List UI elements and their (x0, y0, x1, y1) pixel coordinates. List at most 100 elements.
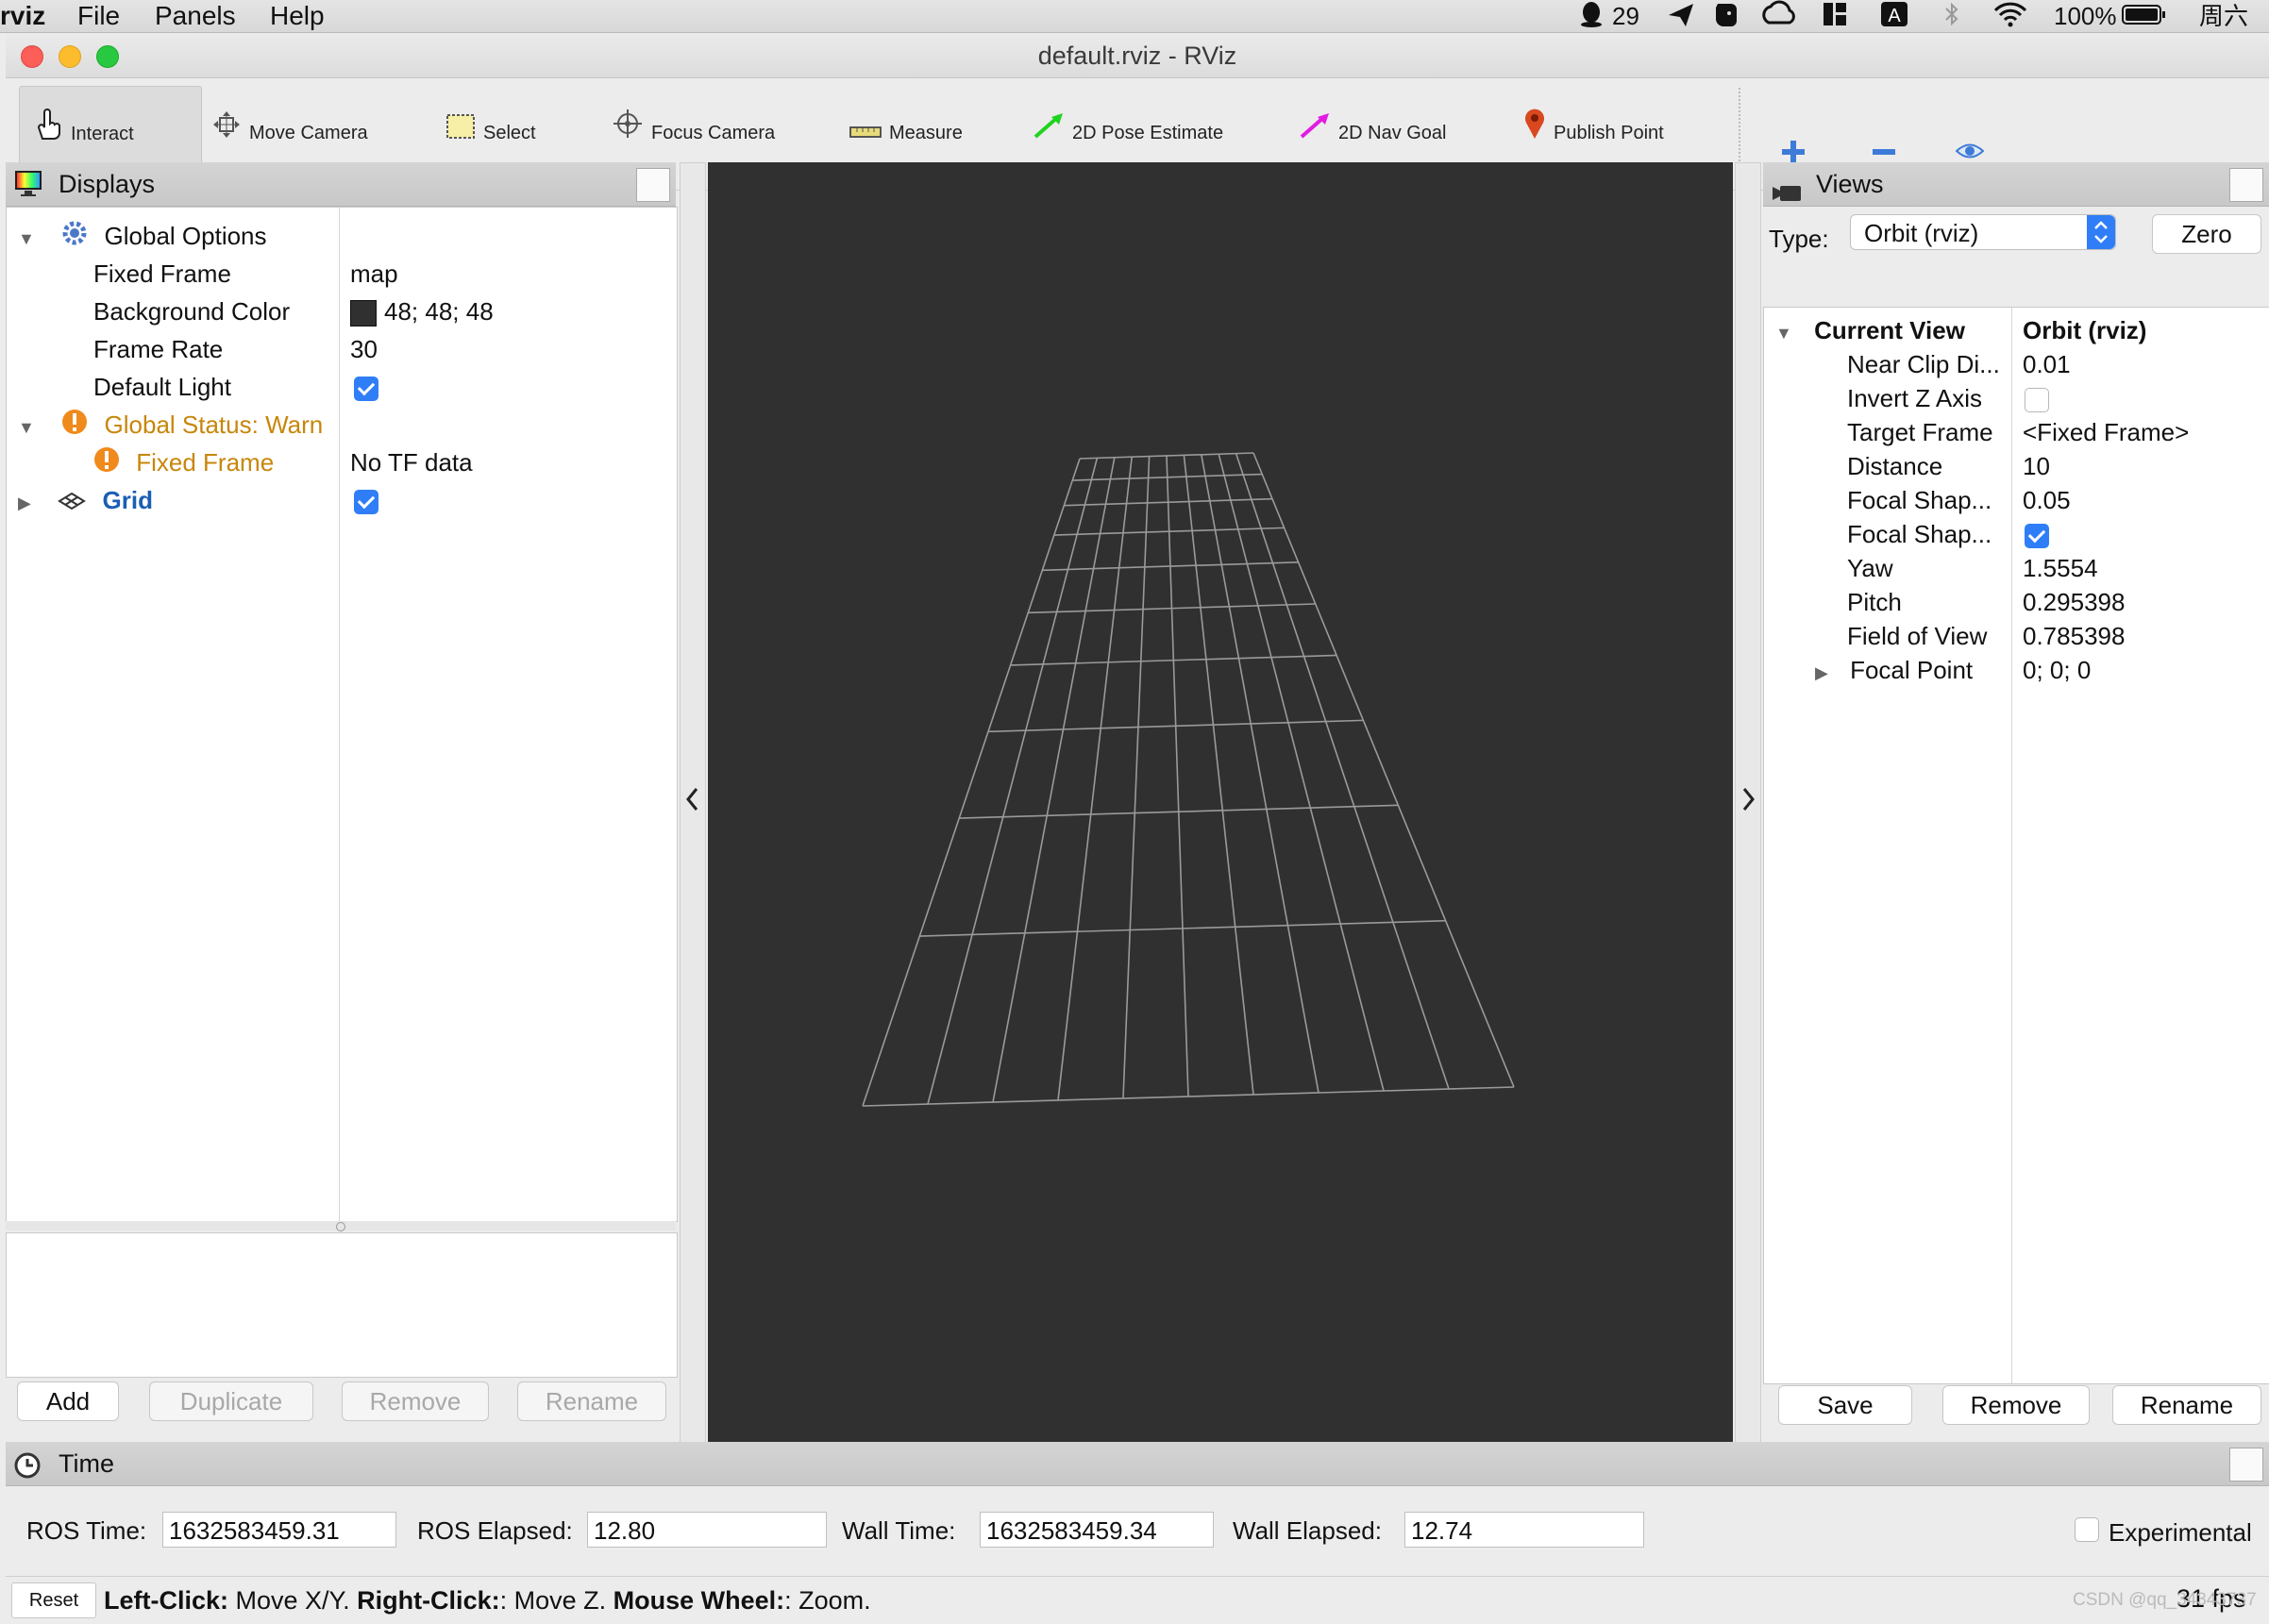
left-dock-collapse[interactable] (680, 162, 706, 1474)
triangle-right-icon[interactable]: ▶ (18, 484, 31, 522)
experimental-checkbox[interactable] (2075, 1517, 2099, 1542)
window-title: default.rviz - RViz (1037, 42, 1237, 70)
background-color-value[interactable]: 48; 48; 48 (350, 293, 494, 330)
chevron-right-icon[interactable] (1740, 786, 1756, 812)
wifi-icon[interactable] (1993, 0, 2027, 32)
field-of-view-name: Field of View (1847, 622, 1988, 650)
grid-render (862, 452, 1515, 1107)
status-bar: Reset Left-Click: Move X/Y. Right-Click:… (6, 1576, 2269, 1624)
pitch-name: Pitch (1847, 588, 1902, 616)
splitter-handle[interactable] (336, 1222, 345, 1231)
triangle-down-icon[interactable]: ▼ (1775, 314, 1792, 352)
evernote-icon[interactable] (1712, 0, 1739, 32)
bluetooth-icon[interactable] (1942, 0, 1961, 32)
app-menu[interactable]: rviz (0, 0, 45, 32)
save-view-button[interactable]: Save (1778, 1385, 1912, 1425)
column-divider (339, 208, 340, 1221)
pitch-value[interactable]: 0.295398 (2023, 583, 2125, 621)
fixed-frame-value[interactable]: map (350, 255, 398, 293)
hint-mouse-wheel: Mouse Wheel: (613, 1586, 785, 1615)
invert-z-checkbox[interactable] (2025, 379, 2049, 417)
grid-line-vertical (1166, 455, 1189, 1097)
checkbox-unchecked[interactable] (2025, 388, 2049, 413)
add-display-button[interactable]: Add (17, 1381, 119, 1421)
displays-splitter[interactable] (6, 1221, 676, 1231)
triangle-down-icon[interactable]: ▼ (18, 409, 35, 446)
remove-display-button[interactable]: Remove (342, 1381, 489, 1421)
right-dock-collapse[interactable] (1735, 162, 1761, 1474)
clock-day[interactable]: 周六 (2199, 0, 2248, 32)
tool-measure-label: Measure (889, 123, 963, 143)
default-light-name: Default Light (93, 373, 231, 401)
tree-row-current-view[interactable]: ▼ Current View (1775, 311, 1965, 349)
send-icon[interactable] (1667, 0, 1695, 32)
yaw-name: Yaw (1847, 554, 1893, 582)
time-header: Time (6, 1442, 2269, 1486)
grid-line-vertical (992, 457, 1116, 1103)
reset-button[interactable]: Reset (11, 1582, 96, 1618)
layout-icon[interactable] (1822, 0, 1848, 32)
wall-time-label: Wall Time: (842, 1516, 956, 1545)
rename-display-button[interactable]: Rename (517, 1381, 666, 1421)
render-viewport[interactable] (708, 162, 1733, 1472)
updown-chevron-icon[interactable] (2087, 215, 2115, 249)
time-undock-button[interactable] (2229, 1448, 2263, 1482)
grid-checkbox[interactable] (354, 481, 378, 519)
tree-row-focal-point[interactable]: ▶ Focal Point (1815, 651, 1973, 689)
creative-cloud-icon[interactable] (1761, 0, 1799, 32)
input-method-icon[interactable]: A (1880, 0, 1908, 32)
checkbox-unchecked[interactable] (2075, 1517, 2099, 1542)
checkbox-checked[interactable] (354, 490, 378, 515)
hint-right-text: : Move Z. (499, 1586, 613, 1615)
tree-row-global-status[interactable]: ▼ Global Status: Warn (18, 406, 323, 444)
remove-view-button[interactable]: Remove (1942, 1385, 2090, 1425)
current-view-label: Current View (1814, 316, 1965, 344)
views-undock-button[interactable] (2229, 168, 2263, 202)
duplicate-display-button[interactable]: Duplicate (149, 1381, 313, 1421)
field-of-view-value[interactable]: 0.785398 (2023, 617, 2125, 655)
view-type-select[interactable]: Orbit (rviz) (1850, 214, 2116, 250)
views-tree[interactable]: ▼ Current View Orbit (rviz) Near Clip Di… (1763, 307, 2269, 1384)
focal-shape-fixed-checkbox[interactable] (2025, 515, 2049, 553)
wall-time-field[interactable]: 1632583459.34 (980, 1512, 1214, 1548)
default-light-checkbox[interactable] (354, 368, 378, 406)
distance-value[interactable]: 10 (2023, 447, 2050, 485)
watermark: CSDN @qq_34343737 (2073, 1590, 2257, 1610)
hint-left-click: Left-Click: (104, 1586, 229, 1615)
triangle-right-icon[interactable]: ▶ (1815, 654, 1828, 692)
battery-icon[interactable] (2122, 0, 2167, 32)
svg-text:A: A (1888, 6, 1901, 26)
focal-point-value[interactable]: 0; 0; 0 (2023, 651, 2091, 689)
ros-elapsed-field[interactable]: 12.80 (587, 1512, 827, 1548)
fixed-frame-name: Fixed Frame (93, 260, 231, 288)
invert-z-name: Invert Z Axis (1847, 384, 1983, 412)
qq-icon[interactable] (1580, 0, 1603, 32)
tree-row-grid[interactable]: ▶ Grid (18, 481, 153, 519)
target-frame-value[interactable]: <Fixed Frame> (2023, 413, 2189, 451)
wall-elapsed-label: Wall Elapsed: (1233, 1516, 1382, 1545)
grid-line-vertical (1122, 456, 1151, 1099)
tree-row-global-options[interactable]: ▼ Global Options (18, 217, 267, 255)
displays-undock-button[interactable] (636, 168, 670, 202)
view-type-value: Orbit (rviz) (1864, 219, 1979, 247)
frame-rate-name: Frame Rate (93, 335, 224, 363)
menu-file[interactable]: File (77, 0, 120, 32)
ros-time-field[interactable]: 1632583459.31 (162, 1512, 396, 1548)
focal-shape-size-value[interactable]: 0.05 (2023, 481, 2071, 519)
chevron-left-icon[interactable] (684, 786, 701, 812)
yaw-value[interactable]: 1.5554 (2023, 549, 2098, 587)
triangle-down-icon[interactable]: ▼ (18, 220, 35, 258)
checkbox-checked[interactable] (354, 377, 378, 402)
menu-panels[interactable]: Panels (155, 0, 236, 32)
tree-row-status-fixed-frame[interactable]: Fixed Frame (93, 444, 274, 481)
frame-rate-value[interactable]: 30 (350, 330, 378, 368)
zero-button[interactable]: Zero (2152, 214, 2261, 254)
system-menu-bar: rviz File Panels Help 29 A 100% 周六 (0, 0, 2269, 33)
rename-view-button[interactable]: Rename (2112, 1385, 2261, 1425)
current-view-value: Orbit (rviz) (2023, 316, 2147, 344)
wall-elapsed-field[interactable]: 12.74 (1404, 1512, 1644, 1548)
menu-help[interactable]: Help (270, 0, 325, 32)
displays-tree[interactable]: ▼ Global Options Fixed Frame map Backgro… (6, 207, 678, 1222)
near-clip-value[interactable]: 0.01 (2023, 345, 2071, 383)
checkbox-checked[interactable] (2025, 524, 2049, 549)
